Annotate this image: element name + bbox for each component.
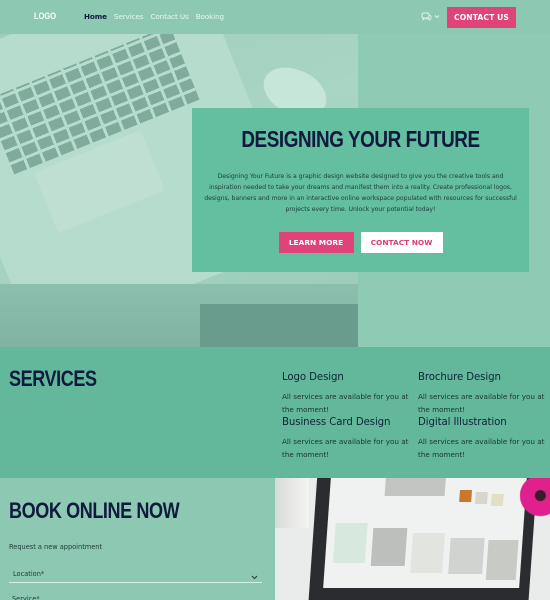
services-section: SERVICES Logo Design All services are av… <box>0 347 550 478</box>
thumbnail <box>448 538 485 574</box>
contact-now-button[interactable]: CONTACT NOW <box>360 232 443 253</box>
service-field-label[interactable]: Service* <box>12 595 40 600</box>
thumbnail <box>475 492 488 504</box>
service-name: Business Card Design <box>282 417 391 428</box>
nav-services[interactable]: Services <box>114 12 144 21</box>
language-selector[interactable] <box>421 12 440 21</box>
service-description: All services are available for you at th… <box>282 437 409 459</box>
location-select[interactable]: Location* <box>9 566 262 583</box>
thumbnail <box>410 533 445 573</box>
thumbnail <box>370 528 408 566</box>
main-nav: Home Services Contact Us Booking <box>84 12 224 21</box>
hero-buttons: LEARN MORE CONTACT NOW <box>192 232 529 253</box>
service-description: All services are available for you at th… <box>282 392 409 414</box>
service-item: Digital Illustration All services are av… <box>418 417 548 461</box>
contact-us-button[interactable]: CONTACT US <box>447 7 516 28</box>
booking-laptop-image <box>275 478 550 600</box>
hero-description: Designing Your Future is a graphic desig… <box>204 173 517 213</box>
learn-more-button[interactable]: LEARN MORE <box>278 232 354 253</box>
thumbnail <box>485 540 519 580</box>
thumbnail <box>490 494 504 506</box>
nav-home[interactable]: Home <box>84 12 107 21</box>
service-name: Logo Design <box>282 372 344 383</box>
desk-corner-shape <box>200 304 358 347</box>
hero-card: DESIGNING YOUR FUTURE Designing Your Fut… <box>192 108 529 272</box>
chevron-down-icon <box>434 14 440 19</box>
service-description: All services are available for you at th… <box>418 437 545 459</box>
laptop-screen-shape <box>323 478 527 588</box>
hero-title: DESIGNING YOUR FUTURE <box>241 126 480 152</box>
service-item: Business Card Design All services are av… <box>282 417 412 461</box>
services-title: SERVICES <box>9 366 97 391</box>
thumbnail <box>459 490 473 502</box>
service-item: Logo Design All services are available f… <box>282 372 412 416</box>
chevron-down-icon <box>251 565 258 584</box>
thumbnail <box>332 523 368 563</box>
service-name: Digital Illustration <box>418 417 507 428</box>
service-name: Brochure Design <box>418 372 501 383</box>
location-label: Location* <box>13 570 45 578</box>
booking-title: BOOK ONLINE NOW <box>9 498 180 523</box>
nav-booking[interactable]: Booking <box>196 12 224 21</box>
flower-shape <box>520 478 550 522</box>
cup-shape <box>275 478 309 528</box>
service-item: Brochure Design All services are availab… <box>418 372 548 416</box>
service-description: All services are available for you at th… <box>418 392 545 414</box>
site-header: LOGO Home Services Contact Us Booking CO… <box>0 0 550 34</box>
booking-section: BOOK ONLINE NOW Request a new appointmen… <box>0 478 275 600</box>
booking-subtitle: Request a new appointment <box>9 543 103 551</box>
nav-contact-us[interactable]: Contact Us <box>150 12 188 21</box>
chat-bubbles-icon <box>421 12 432 21</box>
thumbnail <box>384 478 446 496</box>
site-logo[interactable]: LOGO <box>34 11 56 21</box>
